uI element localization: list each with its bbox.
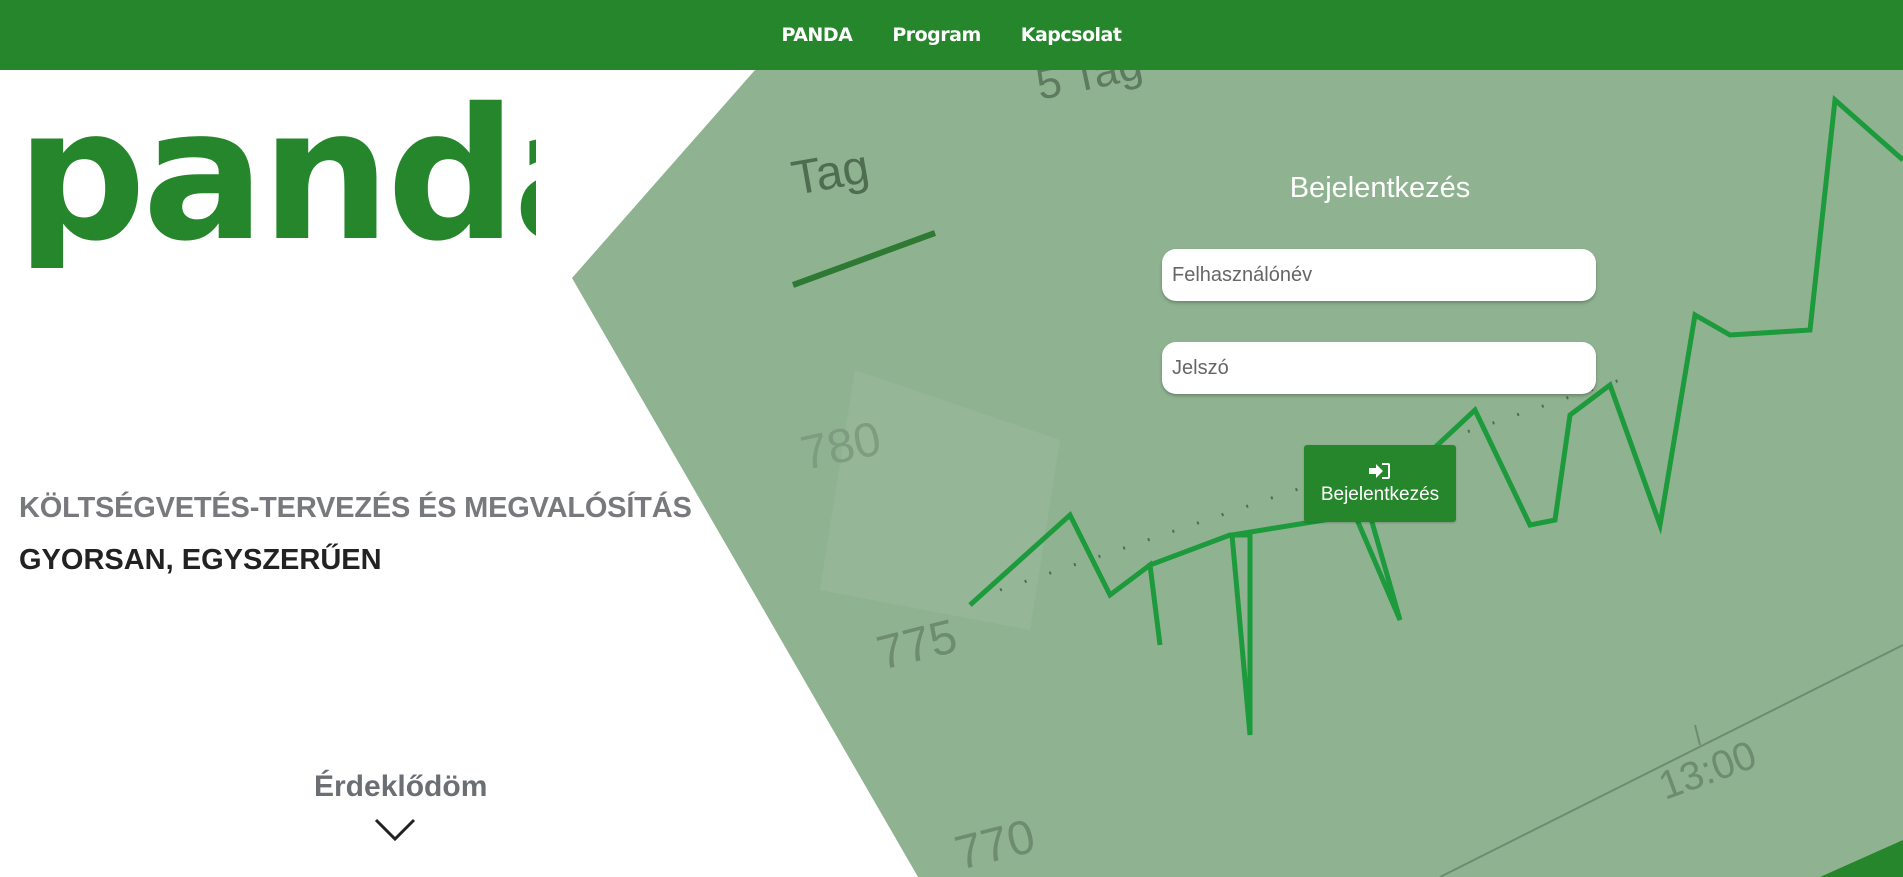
logo-text: panda <box>16 88 536 268</box>
nav-link-panda[interactable]: PANDA <box>782 24 853 46</box>
panda-logo: panda <box>16 88 536 268</box>
interest-link[interactable]: Érdeklődöm <box>314 770 487 804</box>
login-button-label: Bejelentkezés <box>1320 483 1440 505</box>
password-input[interactable] <box>1162 342 1596 394</box>
tagline-primary: KÖLTSÉGVETÉS-TERVEZÉS ÉS MEGVALÓSÍTÁS <box>19 492 692 524</box>
nav-link-kapcsolat[interactable]: Kapcsolat <box>1021 24 1122 46</box>
nav-link-program[interactable]: Program <box>892 24 981 46</box>
top-navigation: PANDA Program Kapcsolat <box>0 0 1903 70</box>
tagline-secondary: GYORSAN, EGYSZERŰEN <box>19 544 382 576</box>
sign-in-icon <box>1369 462 1390 479</box>
login-title: Bejelentkezés <box>1289 172 1471 204</box>
hero-section: 5 Tag Tag 780 775 770 13:00 panda KÖLTSÉ… <box>0 70 1903 877</box>
login-button[interactable]: Bejelentkezés <box>1304 445 1456 522</box>
username-input[interactable] <box>1162 249 1596 301</box>
chevron-down-icon[interactable] <box>374 818 416 842</box>
